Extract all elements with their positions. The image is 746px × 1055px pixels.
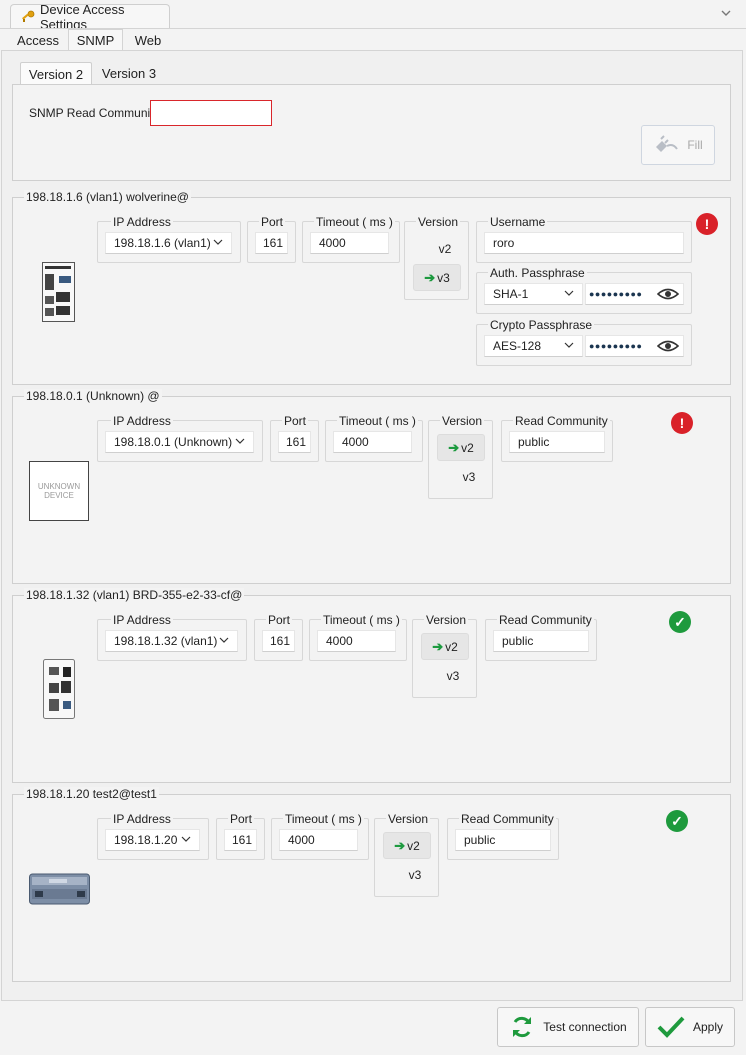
tab-web[interactable]: Web — [128, 29, 168, 51]
ip-address-label: IP Address — [111, 414, 173, 428]
read-community-label: Read Community — [497, 613, 594, 627]
fill-label: Fill — [687, 138, 703, 152]
read-community-label: Read Community — [459, 812, 556, 826]
crypto-passphrase-input[interactable]: ●●●●●●●●● — [585, 335, 684, 357]
port-input[interactable]: 161 — [278, 431, 311, 453]
fill-button[interactable]: Fill — [641, 125, 715, 165]
tab-access[interactable]: Access — [12, 29, 64, 51]
ip-address-label: IP Address — [111, 215, 173, 229]
timeout-input[interactable]: 4000 — [310, 232, 389, 254]
username-label: Username — [488, 215, 548, 229]
tab-snmp[interactable]: SNMP — [68, 29, 123, 51]
plug-icon — [653, 135, 679, 155]
port-label: Port — [259, 215, 286, 229]
chevron-down-icon — [213, 236, 223, 250]
port-input[interactable]: 161 — [262, 630, 295, 652]
read-community-input[interactable]: public — [455, 829, 551, 851]
device-image — [29, 871, 90, 910]
version-label: Version — [416, 215, 461, 229]
version-v3-button[interactable]: v3 — [421, 663, 469, 688]
ip-address-dropdown[interactable]: 198.18.1.32 (vlan1) — [105, 630, 238, 652]
apply-button[interactable]: Apply — [645, 1007, 735, 1047]
arrow-right-icon: ➔ — [394, 837, 406, 853]
tab-version-3[interactable]: Version 3 — [96, 62, 162, 85]
port-label: Port — [228, 812, 255, 826]
port-input[interactable]: 161 — [255, 232, 288, 254]
chevron-down-icon — [219, 634, 229, 648]
version-2-panel — [12, 84, 731, 181]
port-input[interactable]: 161 — [224, 829, 257, 851]
device-image — [43, 659, 75, 722]
version-label: Version — [440, 414, 485, 428]
version-v3-button[interactable]: v3 — [383, 862, 431, 887]
timeout-input[interactable]: 4000 — [333, 431, 412, 453]
version-v2-button[interactable]: v2 — [413, 236, 461, 261]
device-title: 198.18.1.20 test2@test1 — [24, 787, 159, 801]
ip-address-label: IP Address — [111, 812, 173, 826]
checkmark-icon — [657, 1015, 685, 1039]
device-image — [42, 262, 75, 325]
device-title: 198.18.1.6 (vlan1) wolverine@ — [24, 190, 191, 204]
version-v2-button[interactable]: ➔ v2 — [383, 832, 431, 859]
timeout-input[interactable]: 4000 — [279, 829, 358, 851]
eye-icon[interactable] — [657, 287, 679, 301]
ip-address-dropdown[interactable]: 198.18.1.6 (vlan1) — [105, 232, 232, 254]
auth-passphrase-input[interactable]: ●●●●●●●●● — [585, 283, 684, 305]
arrow-right-icon: ➔ — [448, 439, 460, 455]
chevron-down-icon — [564, 287, 574, 301]
test-connection-label: Test connection — [543, 1020, 627, 1034]
device-title: 198.18.0.1 (Unknown) @ — [24, 389, 162, 403]
success-status-icon: ✓ — [666, 810, 688, 832]
ip-address-dropdown[interactable]: 198.18.0.1 (Unknown) — [105, 431, 254, 453]
timeout-label: Timeout ( ms ) — [283, 812, 364, 826]
unknown-device-image: UNKNOWN DEVICE — [29, 461, 89, 521]
error-status-icon: ! — [671, 412, 693, 434]
chevron-down-icon — [181, 833, 191, 847]
auth-passphrase-label: Auth. Passphrase — [488, 266, 587, 280]
version-v2-button[interactable]: ➔ v2 — [421, 633, 469, 660]
chevron-down-icon[interactable] — [720, 6, 732, 22]
eye-icon[interactable] — [657, 339, 679, 353]
chevron-down-icon — [235, 435, 245, 449]
timeout-label: Timeout ( ms ) — [314, 215, 395, 229]
username-input[interactable]: roro — [484, 232, 684, 254]
tab-version-2[interactable]: Version 2 — [20, 62, 92, 85]
device-title: 198.18.1.32 (vlan1) BRD-355-e2-33-cf@ — [24, 588, 245, 602]
test-connection-button[interactable]: Test connection — [497, 1007, 639, 1047]
version-v2-button[interactable]: ➔ v2 — [437, 434, 485, 461]
arrow-right-icon: ➔ — [432, 638, 444, 654]
snmp-read-community-label: SNMP Read Community — [29, 106, 160, 120]
arrow-right-icon: ➔ — [424, 269, 436, 285]
port-label: Port — [282, 414, 309, 428]
crypto-protocol-dropdown[interactable]: AES-128 — [484, 335, 583, 357]
version-v3-button[interactable]: ➔ v3 — [413, 264, 461, 291]
read-community-input[interactable]: public — [509, 431, 605, 453]
ip-address-dropdown[interactable]: 198.18.1.20 — [105, 829, 200, 851]
version-label: Version — [386, 812, 431, 826]
auth-protocol-dropdown[interactable]: SHA-1 — [484, 283, 583, 305]
success-status-icon: ✓ — [669, 611, 691, 633]
refresh-icon — [509, 1014, 535, 1040]
crypto-passphrase-label: Crypto Passphrase — [488, 318, 595, 332]
timeout-label: Timeout ( ms ) — [337, 414, 418, 428]
window-title-tab[interactable]: Device Access Settings — [10, 2, 170, 32]
version-v3-button[interactable]: v3 — [437, 464, 485, 489]
timeout-input[interactable]: 4000 — [317, 630, 396, 652]
chevron-down-icon — [564, 339, 574, 353]
snmp-read-community-input[interactable] — [150, 100, 272, 126]
read-community-label: Read Community — [513, 414, 610, 428]
read-community-input[interactable]: public — [493, 630, 589, 652]
timeout-label: Timeout ( ms ) — [321, 613, 402, 627]
error-status-icon: ! — [696, 213, 718, 235]
ip-address-label: IP Address — [111, 613, 173, 627]
apply-label: Apply — [692, 1020, 724, 1034]
version-label: Version — [424, 613, 469, 627]
key-icon — [21, 10, 35, 24]
port-label: Port — [266, 613, 293, 627]
